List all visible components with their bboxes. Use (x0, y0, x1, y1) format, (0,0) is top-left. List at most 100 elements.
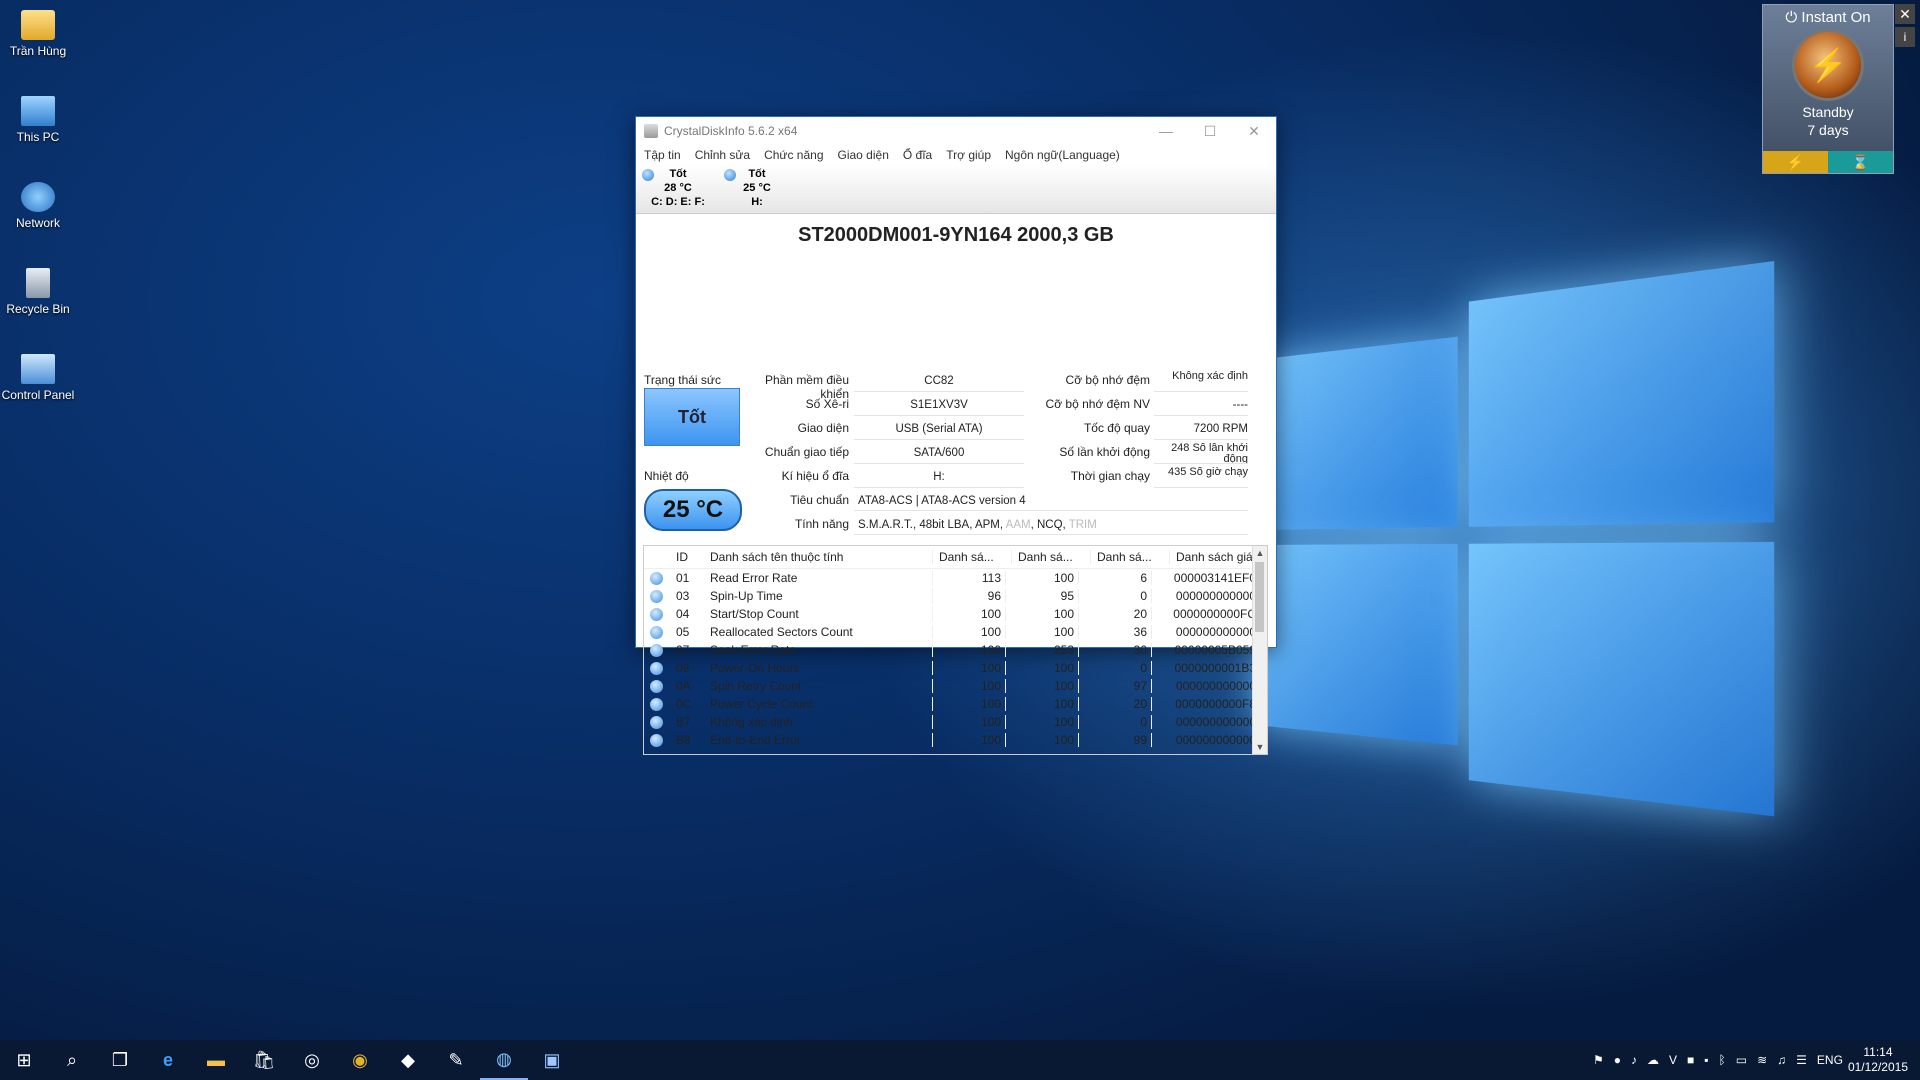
tray-app-icon[interactable]: V (1669, 1053, 1677, 1067)
menu-function[interactable]: Chức năng (764, 148, 823, 162)
menu-disk[interactable]: Ổ đĩa (903, 148, 932, 162)
attribute-current: 100 (933, 607, 1006, 621)
power-icon: ⏻ (1785, 9, 1797, 26)
close-button[interactable]: ✕ (1232, 123, 1276, 140)
scroll-up-icon[interactable]: ▲ (1253, 548, 1267, 558)
clock[interactable]: 11:14 01/12/2015 (1848, 1045, 1908, 1075)
file-explorer-icon[interactable]: ▬ (192, 1040, 240, 1080)
minimize-button[interactable]: — (1144, 123, 1188, 140)
maximize-button[interactable]: ☐ (1188, 123, 1232, 140)
table-row[interactable]: 0A Spin Retry Count 100 100 97 000000000000 (644, 677, 1267, 695)
attribute-name: Start/Stop Count (706, 607, 933, 621)
app-icon-2[interactable]: ◆ (384, 1040, 432, 1080)
instant-on-widget[interactable]: ⏻ Instant On ⚡ Standby 7 days ⚡ ⌛ (1762, 4, 1894, 174)
tray-app-icon[interactable]: ● (1614, 1053, 1621, 1067)
drive-status-icon (642, 169, 654, 181)
table-row[interactable]: 04 Start/Stop Count 100 100 20 0000000000FC (644, 605, 1267, 623)
attribute-id: 07 (672, 643, 706, 657)
bluetooth-icon[interactable]: ᛒ (1719, 1053, 1726, 1067)
volume-icon[interactable]: ♫ (1777, 1053, 1786, 1067)
buffer-size-label: Cỡ bộ nhớ đệm (1030, 373, 1150, 387)
table-scrollbar[interactable]: ▲ ▼ (1252, 546, 1267, 754)
desktop-icon-this-pc[interactable]: This PC (0, 96, 76, 144)
table-row[interactable]: 03 Spin-Up Time 96 95 0 000000000000 (644, 587, 1267, 605)
column-worst[interactable]: Danh sá... (1012, 550, 1091, 564)
title-bar[interactable]: CrystalDiskInfo 5.6.2 x64 — ☐ ✕ (636, 117, 1276, 145)
app-icon-4[interactable]: ▣ (528, 1040, 576, 1080)
table-row[interactable]: 01 Read Error Rate 113 100 6 000003141EF0 (644, 569, 1267, 587)
health-status-button[interactable]: Tốt (644, 388, 740, 446)
battery-icon[interactable]: ▭ (1736, 1053, 1747, 1067)
drive-button-2[interactable]: Tốt 25 °C H: (730, 167, 784, 209)
app-icon-1[interactable]: ◎ (288, 1040, 336, 1080)
cloud-icon[interactable]: ☁ (1647, 1053, 1659, 1067)
firmware-value: CC82 (854, 371, 1024, 392)
table-row[interactable]: B8 End-to-End Error 100 100 99 000000000000 (644, 731, 1267, 749)
table-row[interactable]: 07 Seek Error Rate 100 253 30 00000005B059 (644, 641, 1267, 659)
column-current[interactable]: Danh sá... (933, 550, 1012, 564)
store-icon[interactable]: 🛍 (240, 1040, 288, 1080)
rotation-rate-value: 7200 RPM (1154, 419, 1248, 440)
column-attribute-name[interactable]: Danh sách tên thuộc tính (706, 550, 933, 564)
attribute-name: Power Cycle Count (706, 697, 933, 711)
attribute-worst: 100 (1006, 607, 1079, 621)
desktop-icon-control-panel[interactable]: Control Panel (0, 354, 76, 402)
attribute-name: Read Error Rate (706, 571, 933, 585)
column-id[interactable]: ID (672, 550, 706, 564)
drive-button-1[interactable]: Tốt 28 °C C: D: E: F: (648, 167, 708, 209)
menu-theme[interactable]: Giao diện (838, 148, 889, 162)
table-row[interactable]: 05 Reallocated Sectors Count 100 100 36 00000… (644, 623, 1267, 641)
attribute-status-icon (650, 716, 663, 729)
table-row[interactable]: 09 Power-On Hours 100 100 0 0000000001B3 (644, 659, 1267, 677)
start-button[interactable]: ⊞ (0, 1040, 48, 1080)
attribute-raw-value: 000003141EF0 (1152, 571, 1260, 585)
app-icon-3[interactable]: ✎ (432, 1040, 480, 1080)
chrome-icon[interactable]: ◉ (336, 1040, 384, 1080)
attribute-status-icon (650, 698, 663, 711)
column-threshold[interactable]: Danh sá... (1091, 550, 1170, 564)
attribute-current: 113 (933, 571, 1006, 585)
scrollbar-thumb[interactable] (1255, 562, 1264, 632)
search-icon[interactable]: ⌕ (48, 1040, 96, 1080)
hourglass-icon[interactable]: ⌛ (1828, 151, 1893, 173)
scroll-down-icon[interactable]: ▼ (1253, 742, 1267, 752)
smart-attributes-table[interactable]: ID Danh sách tên thuộc tính Danh sá... D… (643, 545, 1268, 755)
transfer-mode-value: SATA/600 (854, 443, 1024, 464)
wifi-icon[interactable]: ≋ (1757, 1053, 1767, 1067)
menu-help[interactable]: Trợ giúp (946, 148, 991, 162)
desktop-icon-user-folder[interactable]: Trần Hùng (0, 10, 76, 58)
action-center-icon[interactable]: ☰ (1796, 1053, 1807, 1067)
menu-edit[interactable]: Chỉnh sửa (695, 148, 750, 162)
nv-cache-value: ---- (1154, 395, 1248, 416)
temperature-badge: 25 °C (644, 489, 742, 531)
attribute-current: 100 (933, 643, 1006, 657)
user-folder-icon (21, 10, 55, 40)
recycle-bin-icon (26, 268, 50, 298)
table-row[interactable]: 0C Power Cycle Count 100 100 20 0000000000F8 (644, 695, 1267, 713)
attribute-status-icon (650, 662, 663, 675)
attribute-threshold: 30 (1079, 643, 1152, 657)
tray-app-icon[interactable]: ▪ (1704, 1053, 1708, 1067)
desktop-icon-recycle-bin[interactable]: Recycle Bin (0, 268, 76, 316)
desktop-icon-network[interactable]: Network (0, 182, 76, 230)
attribute-raw-value: 000000000000 (1152, 715, 1260, 729)
menu-language[interactable]: Ngôn ngữ(Language) (1005, 148, 1120, 162)
table-header: ID Danh sách tên thuộc tính Danh sá... D… (644, 546, 1267, 569)
tray-app-icon[interactable]: ♪ (1631, 1053, 1637, 1067)
table-row[interactable]: B7 Không xác định 100 100 0 000000000000 (644, 713, 1267, 731)
edge-icon[interactable]: e (144, 1040, 192, 1080)
language-indicator[interactable]: ENG (1817, 1053, 1843, 1067)
charge-bolt-icon[interactable]: ⚡ (1763, 151, 1828, 173)
clock-date: 01/12/2015 (1848, 1060, 1908, 1075)
disk-model-title: ST2000DM001-9YN164 2000,3 GB (636, 224, 1276, 252)
tray-app-icon[interactable]: ■ (1687, 1053, 1694, 1067)
widget-close-icon[interactable]: ✕ (1895, 4, 1915, 24)
widget-duration: 7 days (1763, 122, 1893, 138)
menu-file[interactable]: Tập tin (644, 148, 681, 162)
crystaldiskinfo-taskbar-icon[interactable]: ◍ (480, 1040, 528, 1080)
power-on-count-value: 248 Số lần khởi động (1154, 443, 1248, 464)
widget-info-icon[interactable]: i (1895, 27, 1915, 47)
task-view-icon[interactable]: ❐ (96, 1040, 144, 1080)
lightning-icon[interactable]: ⚡ (1795, 32, 1861, 98)
tray-app-icon[interactable]: ⚑ (1593, 1053, 1604, 1067)
